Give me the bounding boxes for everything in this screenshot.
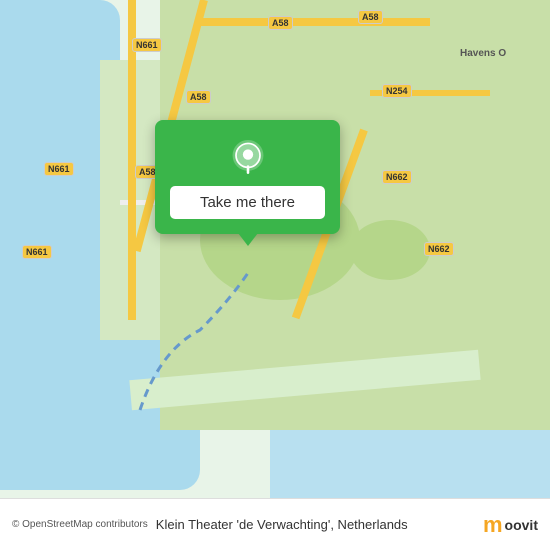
take-me-there-button[interactable]: Take me there: [170, 186, 325, 219]
green-patch-2: [350, 220, 430, 280]
road-label-a58-2: A58: [186, 90, 211, 104]
moovit-logo-letter: m: [483, 512, 503, 538]
road-label-n662-2: N662: [424, 242, 454, 256]
moovit-logo-text: oovit: [505, 517, 538, 533]
road-label-n662-1: N662: [382, 170, 412, 184]
location-label: Klein Theater 'de Verwachting', Netherla…: [156, 517, 483, 532]
road-label-n254: N254: [382, 84, 412, 98]
map-container: N661 N661 N661 A58 A58 A58 A58 N254 N662…: [0, 0, 550, 550]
location-popup: Take me there: [155, 120, 340, 234]
road-a58-horizontal: [200, 18, 430, 26]
road-label-n661-3: N661: [22, 245, 52, 259]
map-background: N661 N661 N661 A58 A58 A58 A58 N254 N662…: [0, 0, 550, 550]
copyright-text: © OpenStreetMap contributors: [12, 519, 148, 530]
moovit-logo: m oovit: [483, 512, 538, 538]
havens-label: Havens O: [460, 48, 506, 59]
route-line: [80, 250, 280, 430]
road-label-a58-4: A58: [358, 10, 383, 24]
road-label-n661-1: N661: [132, 38, 162, 52]
road-label-n661-2: N661: [44, 162, 74, 176]
pin-icon: [230, 140, 266, 176]
road-label-a58-1: A58: [268, 16, 293, 30]
bottom-bar: © OpenStreetMap contributors Klein Theat…: [0, 498, 550, 550]
